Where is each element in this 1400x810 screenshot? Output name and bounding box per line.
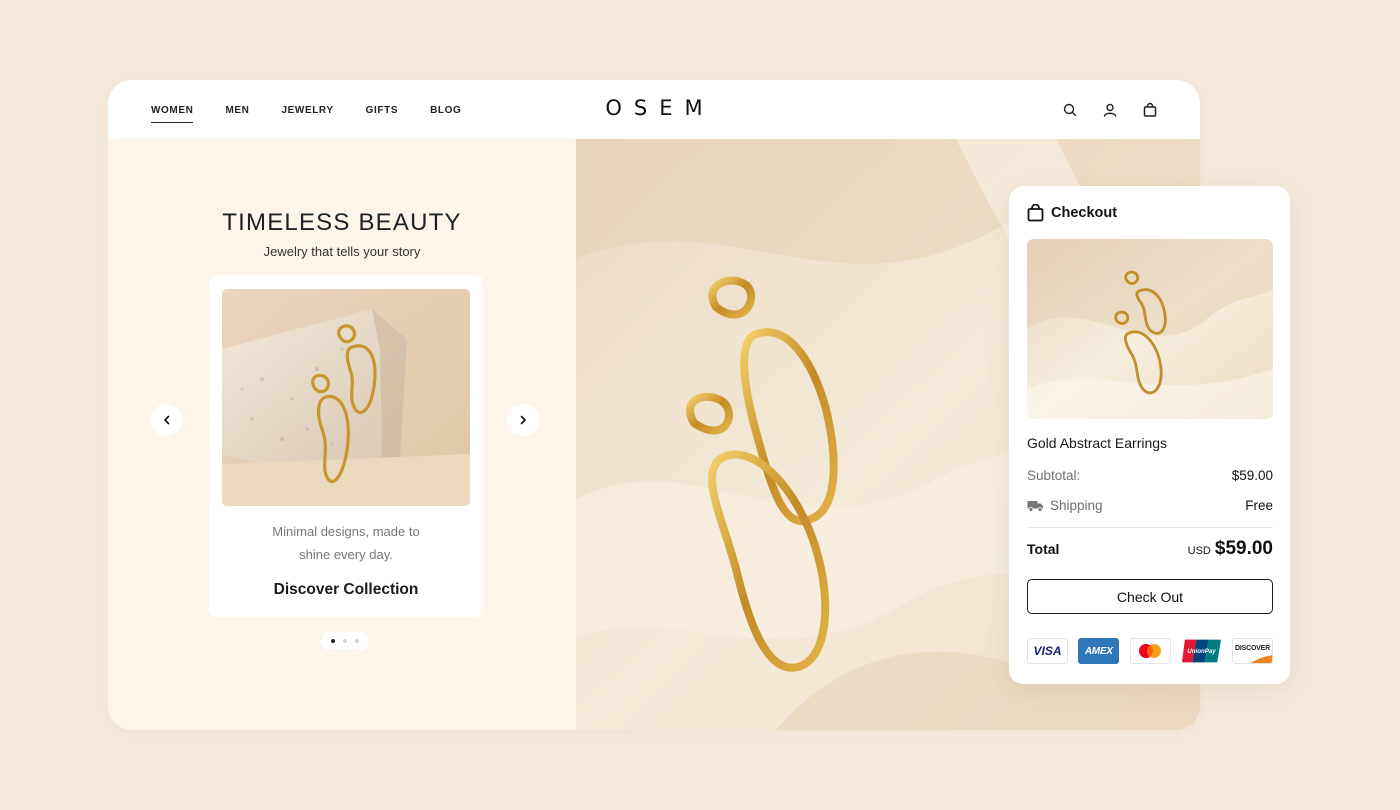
total-label: Total (1027, 541, 1060, 557)
check-out-button[interactable]: Check Out (1027, 579, 1273, 614)
mastercard-circles-icon (1139, 644, 1161, 658)
checkout-card: Checkout Gold Abstract Earrings Subtotal… (1009, 186, 1290, 684)
hero-title: TIMELESS BEAUTY (222, 209, 462, 236)
unionpay-logo: UnionPay (1180, 638, 1222, 664)
shipping-value: Free (1245, 498, 1273, 513)
product-image[interactable] (222, 289, 470, 506)
product-description: Minimal designs, made to shine every day… (209, 520, 483, 566)
checkout-header: Checkout (1027, 204, 1117, 222)
carousel-dot[interactable] (355, 639, 359, 643)
discover-collection-link[interactable]: Discover Collection (209, 581, 483, 599)
amex-logo-text: AMEX (1084, 645, 1113, 657)
hero-left-panel: TIMELESS BEAUTY Jewelry that tells your … (108, 139, 576, 730)
carousel-prev-button[interactable] (151, 404, 183, 436)
earrings-on-stone-image (222, 289, 470, 506)
subtotal-row: Subtotal: $59.00 (1027, 468, 1273, 483)
product-description-line1: Minimal designs, made to (272, 524, 420, 539)
unionpay-logo-text: UnionPay (1187, 648, 1216, 655)
subtotal-value: $59.00 (1231, 468, 1273, 483)
total-amount: $59.00 (1214, 538, 1273, 559)
brand-logo[interactable]: OSEM (108, 96, 1200, 120)
shipping-row: Shipping Free (1027, 498, 1273, 513)
carousel-dot[interactable] (331, 639, 335, 643)
discover-logo: DISCOVER (1232, 638, 1273, 664)
checkout-product-name: Gold Abstract Earrings (1027, 435, 1168, 451)
hero-subtitle: Jewelry that tells your story (263, 244, 421, 259)
user-icon[interactable] (1102, 102, 1118, 118)
carousel-dot[interactable] (343, 639, 347, 643)
shopping-bag-icon[interactable] (1142, 102, 1158, 118)
product-card[interactable]: Minimal designs, made to shine every day… (209, 275, 483, 617)
shipping-label-group: Shipping (1027, 498, 1103, 513)
top-nav: WOMEN MEN JEWELRY GIFTS BLOG OSEM (108, 80, 1200, 140)
earrings-thumbnail (1027, 239, 1273, 419)
total-row: Total USD $59.00 (1027, 538, 1273, 560)
truck-icon (1027, 500, 1043, 512)
carousel-indicator (321, 632, 369, 650)
chevron-left-icon (164, 415, 170, 425)
carousel-next-button[interactable] (507, 404, 539, 436)
visa-logo: VISA (1027, 638, 1068, 664)
subtotal-label: Subtotal: (1027, 468, 1081, 483)
nav-icons (1038, 102, 1158, 118)
chevron-right-icon (520, 415, 526, 425)
amex-logo: AMEX (1078, 638, 1120, 664)
discover-logo-text: DISCOVER (1235, 645, 1270, 652)
payment-methods: VISA AMEX UnionPay DISCOVER (1027, 638, 1273, 664)
unionpay-flag-icon: UnionPay (1181, 639, 1221, 663)
product-description-line2: shine every day. (299, 547, 393, 562)
total-value-group: USD $59.00 (1188, 538, 1273, 560)
checkout-title: Checkout (1051, 205, 1118, 221)
visa-logo-text: VISA (1033, 644, 1062, 658)
checkout-product-image (1027, 239, 1273, 419)
shipping-label: Shipping (1050, 498, 1103, 513)
total-currency: USD (1187, 545, 1211, 557)
mastercard-logo (1129, 638, 1171, 664)
search-icon[interactable] (1062, 102, 1078, 118)
shopping-bag-icon (1027, 204, 1044, 222)
divider (1027, 527, 1273, 528)
